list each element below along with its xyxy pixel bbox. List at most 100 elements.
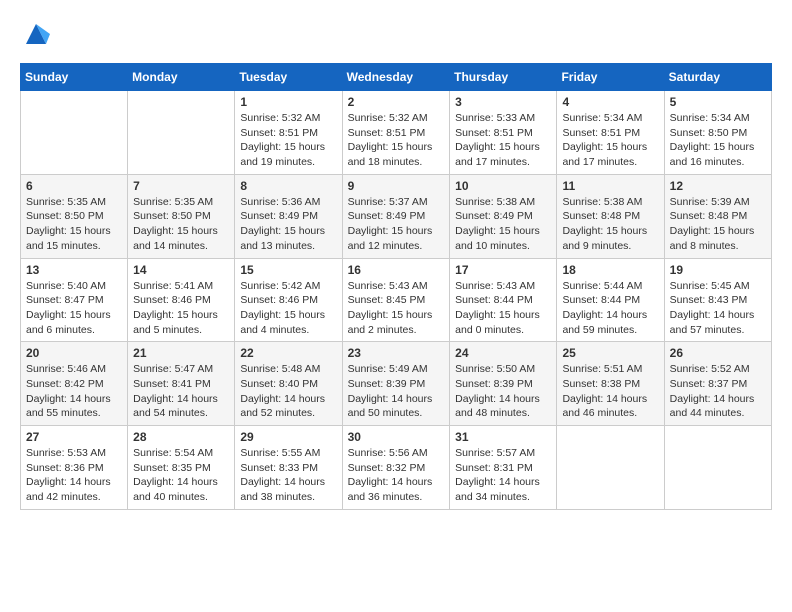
day-info: Sunrise: 5:54 AM Sunset: 8:35 PM Dayligh… [133, 446, 229, 505]
calendar-cell [557, 426, 664, 510]
calendar-cell: 14 Sunrise: 5:41 AM Sunset: 8:46 PM Dayli… [128, 258, 235, 342]
calendar-cell: 24Sunrise: 5:50 AM Sunset: 8:39 PM Dayli… [450, 342, 557, 426]
day-number: 18 [562, 263, 658, 277]
calendar-cell: 20 Sunrise: 5:46 AM Sunset: 8:42 PM Dayli… [21, 342, 128, 426]
day-number: 16 [348, 263, 445, 277]
day-number: 31 [455, 430, 551, 444]
logo [20, 20, 50, 53]
calendar-cell: 3 Sunrise: 5:33 AM Sunset: 8:51 PM Daylig… [450, 91, 557, 175]
day-info: Sunrise: 5:53 AM Sunset: 8:36 PM Dayligh… [26, 446, 122, 505]
day-number: 26 [670, 346, 766, 360]
calendar-cell: 17Sunrise: 5:43 AM Sunset: 8:44 PM Dayli… [450, 258, 557, 342]
day-info: Sunrise: 5:47 AM Sunset: 8:41 PM Dayligh… [133, 362, 229, 421]
calendar-cell: 4 Sunrise: 5:34 AM Sunset: 8:51 PM Daylig… [557, 91, 664, 175]
calendar-week-row: 20 Sunrise: 5:46 AM Sunset: 8:42 PM Dayli… [21, 342, 772, 426]
day-number: 13 [26, 263, 122, 277]
calendar-cell: 6 Sunrise: 5:35 AM Sunset: 8:50 PM Daylig… [21, 174, 128, 258]
day-info: Sunrise: 5:42 AM Sunset: 8:46 PM Dayligh… [240, 279, 336, 338]
day-number: 7 [133, 179, 229, 193]
day-info: Sunrise: 5:57 AM Sunset: 8:31 PM Dayligh… [455, 446, 551, 505]
calendar-cell: 29 Sunrise: 5:55 AM Sunset: 8:33 PM Dayli… [235, 426, 342, 510]
logo-icon [22, 20, 50, 48]
calendar-table: SundayMondayTuesdayWednesdayThursdayFrid… [20, 63, 772, 510]
calendar-cell: 11 Sunrise: 5:38 AM Sunset: 8:48 PM Dayli… [557, 174, 664, 258]
calendar-cell: 12 Sunrise: 5:39 AM Sunset: 8:48 PM Dayli… [664, 174, 771, 258]
calendar-cell: 21 Sunrise: 5:47 AM Sunset: 8:41 PM Dayli… [128, 342, 235, 426]
weekday-header-cell: Tuesday [235, 64, 342, 91]
day-number: 10 [455, 179, 551, 193]
day-info: Sunrise: 5:46 AM Sunset: 8:42 PM Dayligh… [26, 362, 122, 421]
day-number: 20 [26, 346, 122, 360]
day-info: Sunrise: 5:43 AM Sunset: 8:45 PM Dayligh… [348, 279, 445, 338]
calendar-cell: 5 Sunrise: 5:34 AM Sunset: 8:50 PM Daylig… [664, 91, 771, 175]
calendar-cell: 22Sunrise: 5:48 AM Sunset: 8:40 PM Dayli… [235, 342, 342, 426]
day-number: 12 [670, 179, 766, 193]
day-info: Sunrise: 5:40 AM Sunset: 8:47 PM Dayligh… [26, 279, 122, 338]
day-number: 6 [26, 179, 122, 193]
day-info: Sunrise: 5:44 AM Sunset: 8:44 PM Dayligh… [562, 279, 658, 338]
calendar-cell: 15 Sunrise: 5:42 AM Sunset: 8:46 PM Dayli… [235, 258, 342, 342]
day-info: Sunrise: 5:39 AM Sunset: 8:48 PM Dayligh… [670, 195, 766, 254]
day-info: Sunrise: 5:32 AM Sunset: 8:51 PM Dayligh… [240, 111, 336, 170]
day-number: 5 [670, 95, 766, 109]
calendar-week-row: 27Sunrise: 5:53 AM Sunset: 8:36 PM Dayli… [21, 426, 772, 510]
day-number: 11 [562, 179, 658, 193]
day-number: 25 [562, 346, 658, 360]
weekday-header-cell: Sunday [21, 64, 128, 91]
day-number: 8 [240, 179, 336, 193]
day-number: 17 [455, 263, 551, 277]
day-info: Sunrise: 5:34 AM Sunset: 8:50 PM Dayligh… [670, 111, 766, 170]
day-number: 2 [348, 95, 445, 109]
calendar-cell: 13 Sunrise: 5:40 AM Sunset: 8:47 PM Dayli… [21, 258, 128, 342]
weekday-header-cell: Saturday [664, 64, 771, 91]
day-info: Sunrise: 5:35 AM Sunset: 8:50 PM Dayligh… [26, 195, 122, 254]
calendar-cell: 16 Sunrise: 5:43 AM Sunset: 8:45 PM Dayli… [342, 258, 450, 342]
day-info: Sunrise: 5:36 AM Sunset: 8:49 PM Dayligh… [240, 195, 336, 254]
day-number: 21 [133, 346, 229, 360]
day-info: Sunrise: 5:35 AM Sunset: 8:50 PM Dayligh… [133, 195, 229, 254]
calendar-week-row: 1Sunrise: 5:32 AM Sunset: 8:51 PM Daylig… [21, 91, 772, 175]
day-number: 14 [133, 263, 229, 277]
calendar-cell: 18 Sunrise: 5:44 AM Sunset: 8:44 PM Dayli… [557, 258, 664, 342]
day-number: 29 [240, 430, 336, 444]
day-info: Sunrise: 5:52 AM Sunset: 8:37 PM Dayligh… [670, 362, 766, 421]
calendar-cell [664, 426, 771, 510]
day-info: Sunrise: 5:50 AM Sunset: 8:39 PM Dayligh… [455, 362, 551, 421]
day-info: Sunrise: 5:41 AM Sunset: 8:46 PM Dayligh… [133, 279, 229, 338]
calendar-cell [128, 91, 235, 175]
day-number: 28 [133, 430, 229, 444]
calendar-cell: 2 Sunrise: 5:32 AM Sunset: 8:51 PM Daylig… [342, 91, 450, 175]
weekday-header-cell: Friday [557, 64, 664, 91]
calendar-cell: 8 Sunrise: 5:36 AM Sunset: 8:49 PM Daylig… [235, 174, 342, 258]
weekday-header-cell: Thursday [450, 64, 557, 91]
calendar-cell: 1Sunrise: 5:32 AM Sunset: 8:51 PM Daylig… [235, 91, 342, 175]
calendar-week-row: 6 Sunrise: 5:35 AM Sunset: 8:50 PM Daylig… [21, 174, 772, 258]
weekday-header-cell: Wednesday [342, 64, 450, 91]
calendar-cell: 9Sunrise: 5:37 AM Sunset: 8:49 PM Daylig… [342, 174, 450, 258]
calendar-cell: 25 Sunrise: 5:51 AM Sunset: 8:38 PM Dayli… [557, 342, 664, 426]
day-number: 4 [562, 95, 658, 109]
day-info: Sunrise: 5:55 AM Sunset: 8:33 PM Dayligh… [240, 446, 336, 505]
day-number: 15 [240, 263, 336, 277]
day-info: Sunrise: 5:33 AM Sunset: 8:51 PM Dayligh… [455, 111, 551, 170]
calendar-body: 1Sunrise: 5:32 AM Sunset: 8:51 PM Daylig… [21, 91, 772, 510]
day-number: 9 [348, 179, 445, 193]
day-number: 23 [348, 346, 445, 360]
day-info: Sunrise: 5:38 AM Sunset: 8:48 PM Dayligh… [562, 195, 658, 254]
day-number: 3 [455, 95, 551, 109]
calendar-cell: 7 Sunrise: 5:35 AM Sunset: 8:50 PM Daylig… [128, 174, 235, 258]
calendar-cell: 10 Sunrise: 5:38 AM Sunset: 8:49 PM Dayli… [450, 174, 557, 258]
calendar-cell: 27Sunrise: 5:53 AM Sunset: 8:36 PM Dayli… [21, 426, 128, 510]
calendar-week-row: 13 Sunrise: 5:40 AM Sunset: 8:47 PM Dayli… [21, 258, 772, 342]
weekday-header-row: SundayMondayTuesdayWednesdayThursdayFrid… [21, 64, 772, 91]
day-info: Sunrise: 5:51 AM Sunset: 8:38 PM Dayligh… [562, 362, 658, 421]
calendar-cell: 31 Sunrise: 5:57 AM Sunset: 8:31 PM Dayli… [450, 426, 557, 510]
day-info: Sunrise: 5:32 AM Sunset: 8:51 PM Dayligh… [348, 111, 445, 170]
day-info: Sunrise: 5:38 AM Sunset: 8:49 PM Dayligh… [455, 195, 551, 254]
day-info: Sunrise: 5:45 AM Sunset: 8:43 PM Dayligh… [670, 279, 766, 338]
calendar-cell: 28 Sunrise: 5:54 AM Sunset: 8:35 PM Dayli… [128, 426, 235, 510]
day-info: Sunrise: 5:34 AM Sunset: 8:51 PM Dayligh… [562, 111, 658, 170]
day-number: 30 [348, 430, 445, 444]
calendar-cell: 23Sunrise: 5:49 AM Sunset: 8:39 PM Dayli… [342, 342, 450, 426]
calendar-cell: 30Sunrise: 5:56 AM Sunset: 8:32 PM Dayli… [342, 426, 450, 510]
